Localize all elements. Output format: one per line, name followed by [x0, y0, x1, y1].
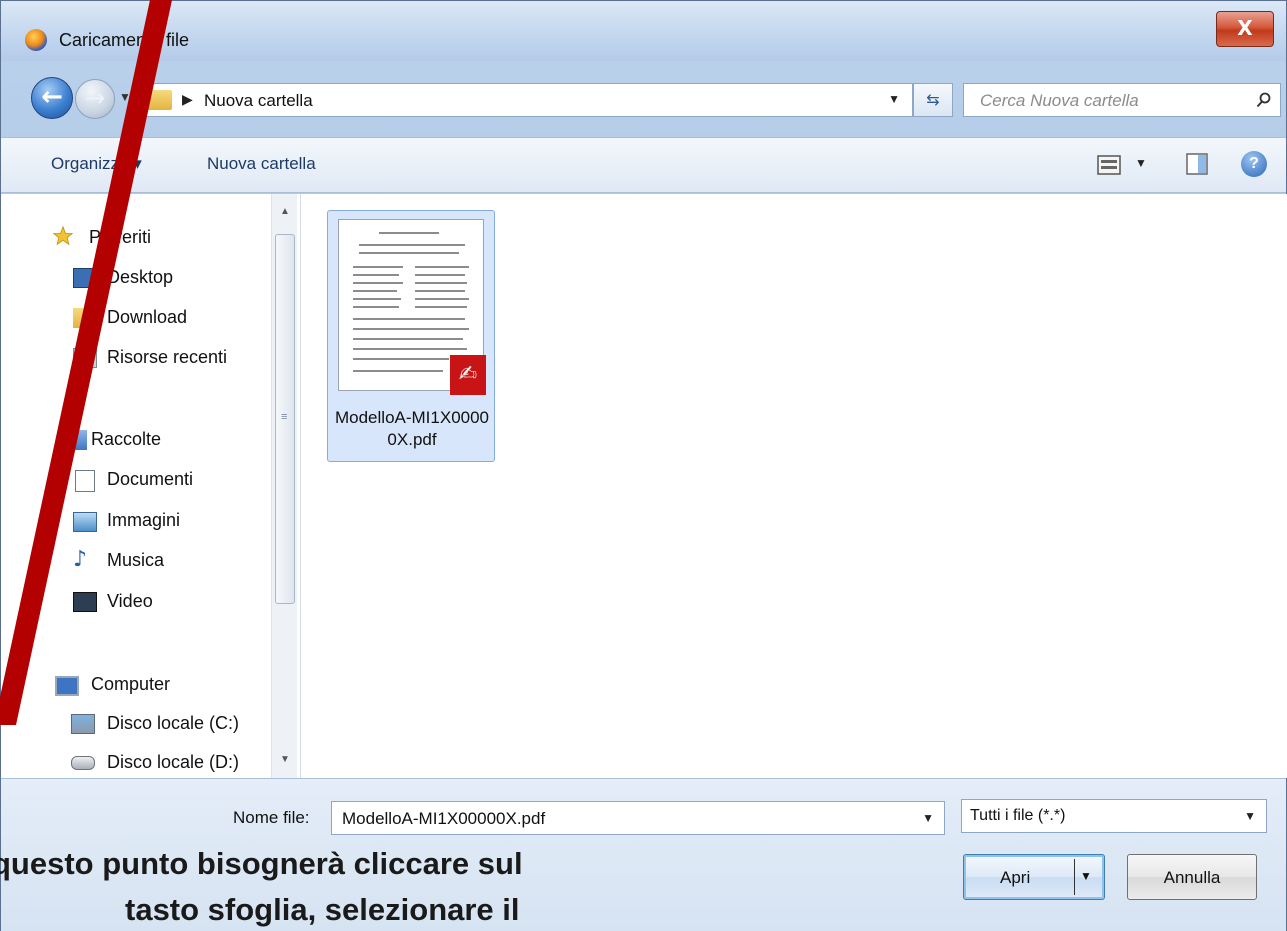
refresh-button[interactable]: ⇆ — [913, 83, 953, 117]
window-title: Caricamento file — [59, 30, 190, 50]
navigation-scrollbar[interactable]: ▲ ≡ ▼ — [271, 194, 297, 778]
breadcrumb-folder[interactable]: Nuova cartella — [204, 91, 313, 111]
new-folder-button[interactable]: Nuova cartella — [207, 154, 316, 174]
command-bar: Organizza ▾ Nuova cartella ▼ ? — [1, 137, 1286, 193]
file-type-value[interactable]: Tutti i file (*.*) — [970, 807, 1065, 825]
sidebar-item-raccolte[interactable]: Raccolte — [91, 429, 161, 450]
search-input[interactable]: Cerca Nuova cartella — [980, 91, 1139, 111]
star-icon — [52, 226, 74, 246]
close-button[interactable]: X — [1216, 11, 1274, 47]
caption-line-1: questo punto bisognerà cliccare sul — [0, 846, 523, 881]
sidebar-item-download[interactable]: Download — [107, 307, 187, 328]
scroll-down-arrow-icon[interactable]: ▼ — [280, 754, 290, 765]
sidebar-item-preferiti[interactable]: Preferiti — [89, 227, 151, 248]
desktop-icon — [73, 268, 97, 288]
scroll-up-arrow-icon[interactable]: ▲ — [280, 206, 290, 217]
sidebar-item-disco-c[interactable]: Disco locale (C:) — [107, 713, 239, 734]
file-dialog-window: Caricamento file X ← → ▼ ▶ Nuova cartell… — [0, 0, 1287, 931]
file-list[interactable]: ✍ ModelloA-MI1X00000X.pdf — [301, 194, 1287, 778]
address-dropdown-icon[interactable]: ▼ — [888, 92, 900, 106]
folder-icon — [146, 90, 172, 110]
preview-pane-icon[interactable] — [1185, 152, 1209, 176]
file-item-selected[interactable]: ✍ ModelloA-MI1X00000X.pdf — [327, 210, 495, 462]
drive-c-icon — [71, 714, 95, 734]
filename-value[interactable]: ModelloA-MI1X00000X.pdf — [342, 809, 545, 829]
computer-icon — [55, 676, 79, 696]
filename-label: Nome file: — [233, 808, 310, 827]
open-options-dropdown-icon[interactable]: ▼ — [1080, 869, 1092, 883]
sidebar-item-musica[interactable]: Musica — [107, 550, 164, 571]
recent-places-icon — [73, 348, 97, 368]
split-divider — [1074, 859, 1075, 895]
open-button-label: Apri — [1000, 868, 1031, 887]
scrollbar-thumb[interactable]: ≡ — [275, 234, 295, 604]
music-icon: ♪ — [73, 547, 88, 572]
organize-menu[interactable]: Organizza ▾ — [51, 154, 142, 174]
drive-d-icon — [71, 756, 95, 770]
sidebar-item-desktop[interactable]: Desktop — [107, 267, 173, 288]
refresh-icon: ⇆ — [926, 90, 940, 109]
forward-button[interactable]: → — [75, 79, 115, 119]
view-options-dropdown-icon[interactable]: ▼ — [1135, 156, 1147, 170]
search-icon[interactable] — [1256, 92, 1272, 108]
image-icon — [73, 512, 97, 532]
pdf-icon: ✍ — [450, 355, 486, 395]
recent-locations-dropdown-icon[interactable]: ▼ — [119, 90, 131, 104]
document-icon — [75, 470, 95, 492]
grip-icon: ≡ — [281, 411, 288, 423]
sidebar-item-computer[interactable]: Computer — [91, 674, 170, 695]
folder-icon — [73, 308, 97, 328]
open-button[interactable]: Apri ▼ — [963, 854, 1105, 900]
file-type-select[interactable]: Tutti i file (*.*) ▼ — [961, 799, 1267, 833]
title-bar[interactable]: Caricamento file X — [1, 1, 1286, 61]
filename-input[interactable]: ModelloA-MI1X00000X.pdf ▼ — [331, 801, 945, 835]
sidebar-item-disco-d[interactable]: Disco locale (D:) — [107, 752, 239, 773]
sidebar-item-risorse-recenti[interactable]: Risorse recenti — [107, 347, 227, 368]
help-button[interactable]: ? — [1241, 151, 1267, 177]
file-name-label: ModelloA-MI1X00000X.pdf — [334, 408, 490, 449]
video-icon — [73, 592, 97, 612]
cancel-button-label: Annulla — [1163, 868, 1221, 887]
sidebar-item-immagini[interactable]: Immagini — [107, 510, 180, 531]
sidebar-item-documenti[interactable]: Documenti — [107, 469, 193, 490]
firefox-icon — [25, 29, 47, 51]
file-type-dropdown-icon[interactable]: ▼ — [1244, 809, 1256, 823]
back-button[interactable]: ← — [31, 77, 73, 119]
change-view-icon[interactable] — [1097, 154, 1121, 176]
libraries-icon — [63, 430, 87, 450]
navigation-pane: Preferiti Desktop Download Risorse recen… — [1, 194, 301, 778]
breadcrumb-arrow-icon[interactable]: ▶ — [182, 91, 193, 108]
address-bar[interactable]: ▶ Nuova cartella ▼ — [137, 83, 913, 117]
cancel-button[interactable]: Annulla — [1127, 854, 1257, 900]
search-box[interactable]: Cerca Nuova cartella — [963, 83, 1281, 117]
sidebar-item-video[interactable]: Video — [107, 591, 153, 612]
caption-line-2: tasto sfoglia, selezionare il — [125, 892, 520, 927]
address-row: ← → ▼ ▶ Nuova cartella ▼ ⇆ Cerca Nuova c… — [1, 65, 1286, 137]
filename-dropdown-icon[interactable]: ▼ — [922, 811, 934, 825]
